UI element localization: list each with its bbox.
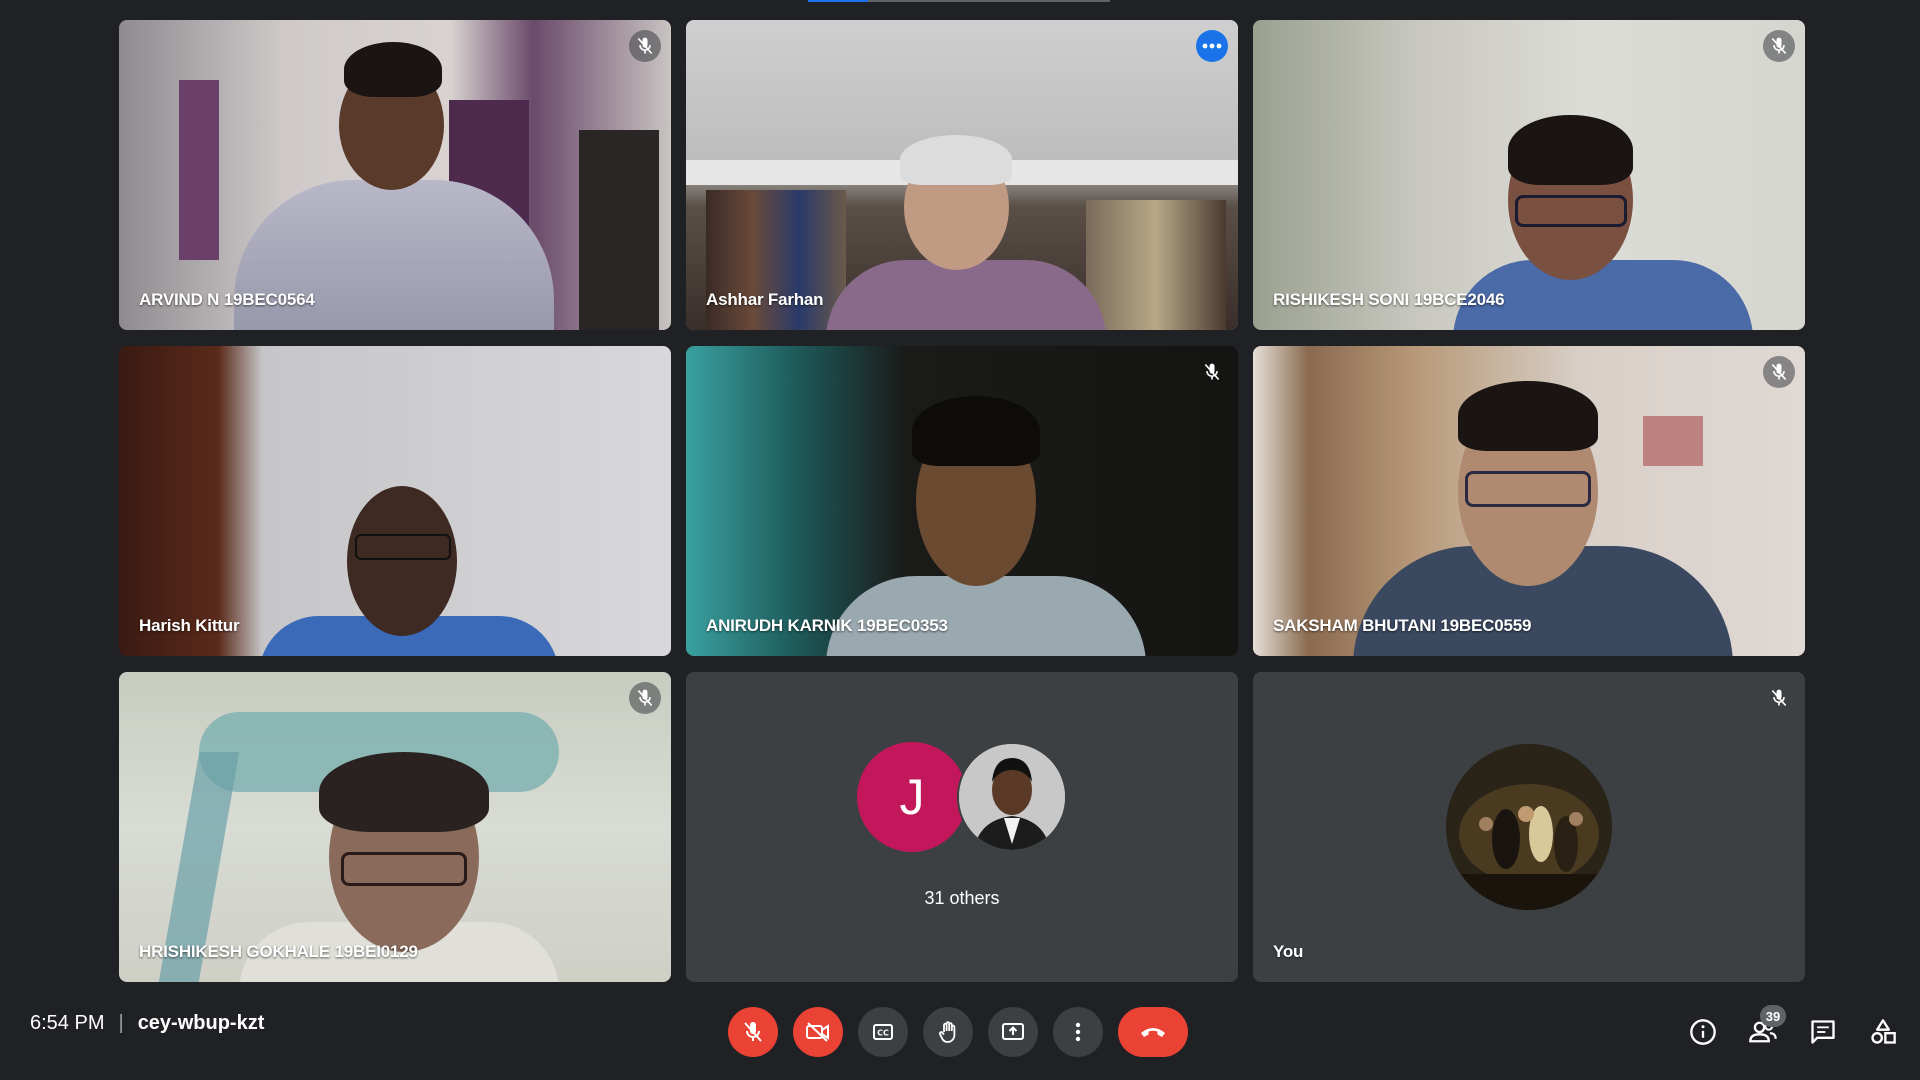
muted-icon xyxy=(1763,356,1795,388)
participant-name: ARVIND N 19BEC0564 xyxy=(139,290,315,309)
side-panel-buttons: 39 xyxy=(1668,1005,1908,1057)
meeting-code: cey-wbup-kzt xyxy=(137,1012,265,1034)
presentation-indicator xyxy=(808,0,1110,2)
meeting-details-button[interactable] xyxy=(1678,1007,1728,1057)
activities-button[interactable] xyxy=(1858,1007,1908,1057)
present-now-button[interactable] xyxy=(988,1007,1038,1057)
participant-name: Ashhar Farhan xyxy=(706,290,824,309)
more-options-icon xyxy=(1075,1022,1081,1042)
participant-name: ANIRUDH KARNIK 19BEC0353 xyxy=(706,616,948,635)
muted-icon xyxy=(1763,682,1795,714)
meeting-time: 6:54 PM xyxy=(30,1012,105,1034)
more-options-button[interactable] xyxy=(1053,1007,1103,1057)
avatar: J xyxy=(857,742,967,852)
camera-off-icon xyxy=(806,1022,829,1042)
leave-call-button[interactable] xyxy=(1118,1007,1188,1057)
mic-toggle-button[interactable] xyxy=(728,1007,778,1057)
participant-count-badge: 39 xyxy=(1760,1005,1786,1027)
meeting-info-separator: | xyxy=(118,1012,124,1034)
self-tile[interactable]: You xyxy=(1253,672,1805,982)
muted-icon xyxy=(1763,30,1795,62)
participant-tile-active-speaker[interactable]: Ashhar Farhan xyxy=(686,20,1238,330)
chat-icon xyxy=(1811,1020,1835,1044)
raise-hand-icon xyxy=(939,1021,956,1043)
activities-icon xyxy=(1871,1019,1896,1044)
participant-tile[interactable]: ARVIND N 19BEC0564 xyxy=(119,20,671,330)
others-tile[interactable]: J 31 others xyxy=(686,672,1238,982)
participant-video xyxy=(1253,346,1805,656)
participant-tile[interactable]: ANIRUDH KARNIK 19BEC0353 xyxy=(686,346,1238,656)
participant-tile[interactable]: HRISHIKESH GOKHALE 19BEI0129 xyxy=(119,672,671,982)
participant-video xyxy=(686,20,1238,330)
mic-off-icon xyxy=(744,1022,762,1042)
muted-icon xyxy=(629,682,661,714)
avatar xyxy=(957,742,1067,852)
participant-video xyxy=(119,672,671,982)
participant-video xyxy=(119,20,671,330)
participant-name: RISHIKESH SONI 19BCE2046 xyxy=(1273,290,1505,309)
show-everyone-button[interactable]: 39 xyxy=(1738,1005,1788,1057)
bottom-toolbar: 6:54 PM | cey-wbup-kzt CC 39 xyxy=(0,992,1920,1080)
participant-tile[interactable]: SAKSHAM BHUTANI 19BEC0559 xyxy=(1253,346,1805,656)
camera-toggle-button[interactable] xyxy=(793,1007,843,1057)
more-options-icon[interactable] xyxy=(1196,30,1228,62)
others-count-label: 31 others xyxy=(924,888,1000,908)
participant-grid: ARVIND N 19BEC0564 Ashhar Farhan RISHIKE… xyxy=(119,20,1809,983)
call-controls: CC xyxy=(728,1007,1188,1057)
participant-name: Harish Kittur xyxy=(139,616,240,635)
participant-video xyxy=(1253,20,1805,330)
avatar xyxy=(1446,744,1612,910)
participant-name: HRISHIKESH GOKHALE 19BEI0129 xyxy=(139,942,418,961)
others-avatars: J xyxy=(857,742,1067,854)
captions-button[interactable]: CC xyxy=(858,1007,908,1057)
participant-name: SAKSHAM BHUTANI 19BEC0559 xyxy=(1273,616,1532,635)
chat-button[interactable] xyxy=(1798,1007,1848,1057)
meeting-details: 6:54 PM | cey-wbup-kzt xyxy=(30,1012,264,1035)
participant-video xyxy=(686,346,1238,656)
muted-icon xyxy=(629,30,661,62)
self-label: You xyxy=(1273,942,1304,961)
svg-text:CC: CC xyxy=(877,1029,889,1038)
participant-tile[interactable]: RISHIKESH SONI 19BCE2046 xyxy=(1253,20,1805,330)
end-call-icon xyxy=(1141,1028,1165,1037)
captions-icon: CC xyxy=(873,1024,893,1040)
participant-tile[interactable]: Harish Kittur xyxy=(119,346,671,656)
muted-icon xyxy=(1196,356,1228,388)
raise-hand-button[interactable] xyxy=(923,1007,973,1057)
present-screen-icon xyxy=(1002,1023,1024,1040)
participant-video xyxy=(119,346,671,656)
info-icon xyxy=(1690,1019,1716,1045)
